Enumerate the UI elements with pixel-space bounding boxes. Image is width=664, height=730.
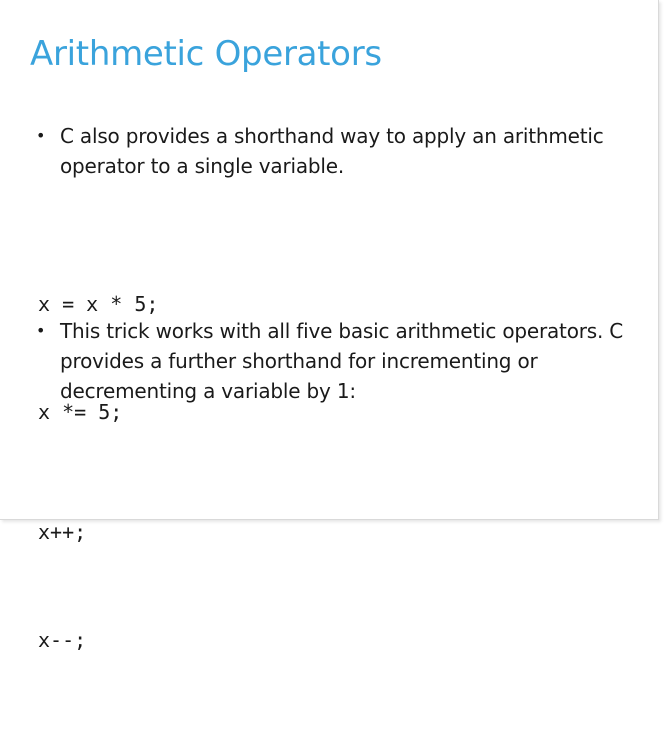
code-line: x--; [38, 628, 87, 652]
code-block: x++; x--; [38, 442, 86, 730]
bullet-text: This trick works with all five basic ari… [60, 319, 624, 403]
bullet-text: C also provides a shorthand way to apply… [60, 124, 604, 178]
bullet-marker: • [36, 321, 46, 340]
slide: Arithmetic Operators • C also provides a… [0, 0, 659, 652]
bullet-item: • This trick works with all five basic a… [36, 316, 636, 406]
bullet-marker: • [36, 126, 46, 145]
slide-title: Arithmetic Operators [30, 34, 382, 74]
bullet-item: • C also provides a shorthand way to app… [36, 121, 636, 181]
code-line: x++; [38, 520, 87, 544]
